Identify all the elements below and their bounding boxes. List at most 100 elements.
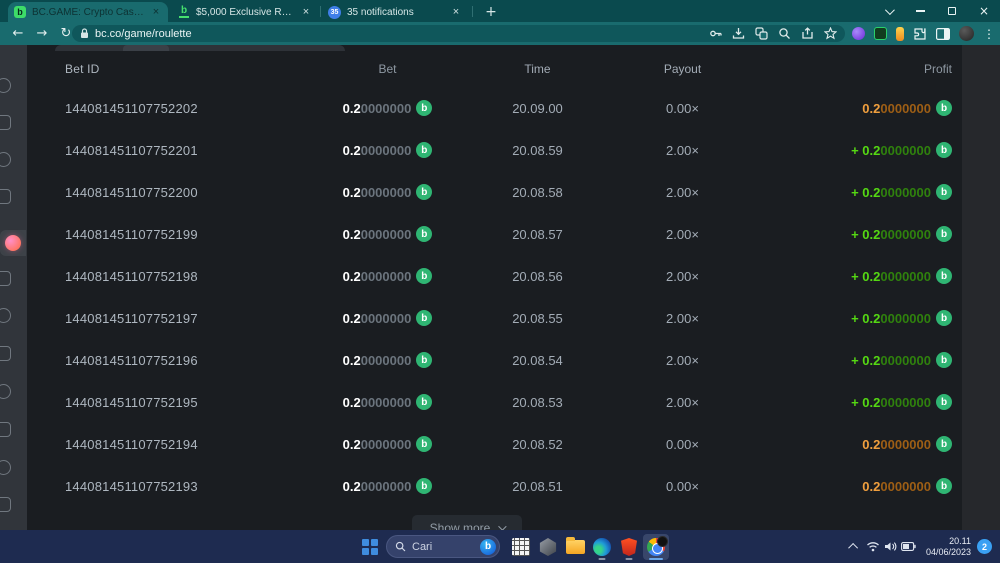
tab-bcgame[interactable]: b BC.GAME: Crypto Casino Games × xyxy=(8,2,168,22)
tab-search-chevron-icon[interactable] xyxy=(872,0,904,22)
sidebar-item[interactable] xyxy=(0,305,13,325)
table-row[interactable]: 144081451107752198 0.20000000 b 20.08.56… xyxy=(55,255,962,297)
clock-time: 20.11 xyxy=(926,536,971,547)
close-window-button[interactable]: × xyxy=(968,0,1000,22)
sidebar-item[interactable] xyxy=(0,112,13,132)
profit-value: 0.20000000 xyxy=(862,101,931,116)
table-row[interactable]: 144081451107752194 0.20000000 b 20.08.52… xyxy=(55,423,962,465)
extensions-puzzle-icon[interactable] xyxy=(913,27,927,41)
profit-cell: 0.20000000 b xyxy=(745,100,952,116)
table-row[interactable]: 144081451107752202 0.20000000 b 20.09.00… xyxy=(55,87,962,129)
url-text: bc.co/game/roulette xyxy=(95,28,709,40)
coin-icon: b xyxy=(416,478,432,494)
payout-cell: 2.00× xyxy=(620,185,745,200)
taskbar-file-explorer[interactable] xyxy=(562,534,588,560)
table-row[interactable]: 144081451107752199 0.20000000 b 20.08.57… xyxy=(55,213,962,255)
tab-close-icon[interactable]: × xyxy=(300,6,312,18)
chrome-notification-badge xyxy=(657,536,668,547)
coin-icon: b xyxy=(416,226,432,242)
profile-avatar[interactable] xyxy=(959,26,974,41)
zoom-page-icon[interactable] xyxy=(778,27,791,40)
time-cell: 20.08.57 xyxy=(455,227,620,242)
taskbar-clock[interactable]: 20.11 04/06/2023 xyxy=(926,536,971,558)
tab-notifications[interactable]: 35 35 notifications × xyxy=(322,2,468,22)
share-icon[interactable] xyxy=(801,27,814,40)
bet-cell: 0.20000000 b xyxy=(320,394,455,410)
header-bet: Bet xyxy=(320,62,455,76)
taskbar-brave[interactable] xyxy=(616,534,642,560)
search-input[interactable] xyxy=(412,541,472,553)
profit-cell: + 0.20000000 b xyxy=(745,142,952,158)
bookmark-star-icon[interactable] xyxy=(824,27,837,40)
sidebar-item[interactable] xyxy=(0,149,13,169)
bet-id-cell: 144081451107752202 xyxy=(65,101,320,116)
bet-id-cell: 144081451107752198 xyxy=(65,269,320,284)
table-row[interactable]: 144081451107752197 0.20000000 b 20.08.55… xyxy=(55,297,962,339)
bets-table: Bet ID Bet Time Payout Profit 1440814511… xyxy=(55,51,962,507)
password-key-icon[interactable] xyxy=(709,27,722,40)
time-cell: 20.08.58 xyxy=(455,185,620,200)
battery-icon[interactable] xyxy=(900,542,918,551)
extensions-row: ⋮ xyxy=(852,22,995,45)
page-content: Bet ID Bet Time Payout Profit 1440814511… xyxy=(0,45,1000,530)
show-more-button[interactable]: Show more xyxy=(412,515,522,530)
extension-orange-icon[interactable] xyxy=(896,27,904,41)
coin-icon: b xyxy=(416,100,432,116)
profit-cell: + 0.20000000 b xyxy=(745,394,952,410)
start-button[interactable] xyxy=(357,534,383,560)
tab-roulette-promo[interactable]: b $5,000 Exclusive Roulette Prestig × xyxy=(172,2,318,22)
translate-icon[interactable] xyxy=(755,27,768,40)
side-panel-icon[interactable] xyxy=(936,28,950,40)
table-row[interactable]: 144081451107752201 0.20000000 b 20.08.59… xyxy=(55,129,962,171)
payout-cell: 2.00× xyxy=(620,395,745,410)
sidebar-item[interactable] xyxy=(0,186,13,206)
bet-cell: 0.20000000 b xyxy=(320,268,455,284)
back-button[interactable]: ← xyxy=(6,22,30,45)
tab-close-icon[interactable]: × xyxy=(450,6,462,18)
notification-count-badge[interactable]: 2 xyxy=(977,539,992,554)
coin-icon: b xyxy=(416,184,432,200)
taskbar-app-3d[interactable] xyxy=(535,534,561,560)
sidebar-item[interactable] xyxy=(0,381,13,401)
taskbar-search[interactable]: b xyxy=(386,535,500,558)
forward-button[interactable]: → xyxy=(30,22,54,45)
bet-cell: 0.20000000 b xyxy=(320,142,455,158)
profit-value: + 0.20000000 xyxy=(851,353,931,368)
profit-value: + 0.20000000 xyxy=(851,269,931,284)
browser-menu-icon[interactable]: ⋮ xyxy=(983,27,995,41)
sidebar-item[interactable] xyxy=(0,494,13,514)
table-row[interactable]: 144081451107752195 0.20000000 b 20.08.53… xyxy=(55,381,962,423)
taskbar-chrome[interactable] xyxy=(643,534,669,560)
sidebar-item[interactable] xyxy=(0,343,13,363)
taskbar-app-spreadsheet[interactable] xyxy=(508,534,534,560)
sidebar-item[interactable] xyxy=(0,419,13,439)
table-row[interactable]: 144081451107752200 0.20000000 b 20.08.58… xyxy=(55,171,962,213)
sidebar-game-icon xyxy=(0,78,11,93)
new-tab-button[interactable]: + xyxy=(482,3,500,21)
sidebar-item[interactable] xyxy=(0,75,13,95)
sidebar-item[interactable] xyxy=(0,268,13,288)
sidebar-item[interactable] xyxy=(0,457,13,477)
profit-value: 0.20000000 xyxy=(862,437,931,452)
system-tray: 20.11 04/06/2023 2 xyxy=(846,530,1000,563)
wifi-icon[interactable] xyxy=(864,541,882,552)
running-indicator xyxy=(599,558,606,560)
maximize-button[interactable] xyxy=(936,0,968,22)
sidebar-game-icon xyxy=(0,460,11,475)
tab-close-icon[interactable]: × xyxy=(150,6,162,18)
install-app-icon[interactable] xyxy=(732,27,745,40)
hidden-icons-chevron[interactable] xyxy=(846,543,864,550)
bet-cell: 0.20000000 b xyxy=(320,226,455,242)
extension-purple-icon[interactable] xyxy=(852,27,865,40)
table-row[interactable]: 144081451107752193 0.20000000 b 20.08.51… xyxy=(55,465,962,507)
extension-green-icon[interactable] xyxy=(874,27,887,40)
address-bar[interactable]: bc.co/game/roulette xyxy=(72,25,845,42)
payout-cell: 0.00× xyxy=(620,437,745,452)
volume-icon[interactable] xyxy=(882,541,900,552)
minimize-button[interactable] xyxy=(904,0,936,22)
sidebar-item-roulette-active[interactable] xyxy=(0,230,26,256)
taskbar-edge[interactable] xyxy=(589,534,615,560)
profit-cell: + 0.20000000 b xyxy=(745,352,952,368)
payout-cell: 2.00× xyxy=(620,269,745,284)
table-row[interactable]: 144081451107752196 0.20000000 b 20.08.54… xyxy=(55,339,962,381)
